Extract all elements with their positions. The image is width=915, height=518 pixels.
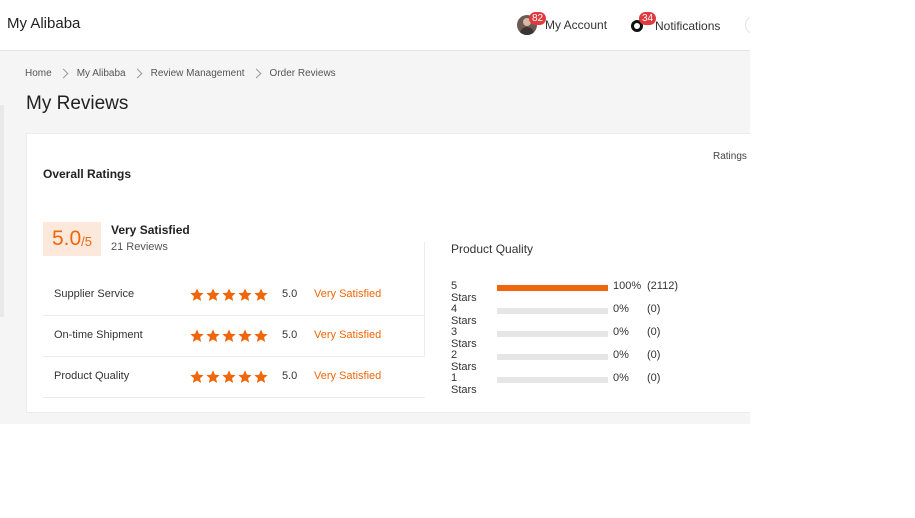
distribution-count: (0) [647, 349, 661, 361]
rating-text: Very Satisfied [314, 370, 382, 382]
chevron-right-icon [132, 68, 143, 79]
star-icon [253, 287, 269, 303]
star-rating [189, 369, 269, 385]
reviews-count: 21 Reviews [111, 241, 168, 253]
more-circle-icon[interactable] [745, 16, 750, 34]
rating-text: Very Satisfied [314, 329, 382, 341]
breadcrumb: Home My Alibaba Review Management Order … [25, 68, 336, 79]
star-icon [237, 369, 253, 385]
my-account-label: My Account [545, 18, 608, 32]
rating-text: Very Satisfied [314, 288, 382, 300]
rating-row-supplier-service: Supplier Service 5.0 Very Satisfied [43, 275, 425, 316]
rating-label: Product Quality [54, 370, 130, 382]
notifications-badge: 34 [639, 12, 657, 25]
my-account-button[interactable]: 82 My Account [517, 12, 608, 36]
distribution-percent: 0% [613, 372, 629, 384]
distribution-label: 4 Stars [451, 303, 477, 327]
overall-score: 5.0 [51, 227, 82, 250]
distribution-bar [497, 308, 608, 314]
left-edge-strip [0, 105, 4, 317]
overall-ratings-heading: Overall Ratings [43, 167, 132, 181]
star-icon [205, 287, 221, 303]
distribution-bar [497, 354, 608, 360]
rating-label: Supplier Service [54, 288, 135, 300]
app-window: My Alibaba 82 My Account 34 Notification… [0, 0, 750, 424]
distribution-bar [497, 331, 608, 337]
rating-value: 5.0 [282, 329, 298, 341]
star-icon [253, 328, 269, 344]
brand-title[interactable]: My Alibaba [7, 15, 80, 32]
distribution-percent: 100% [613, 280, 642, 292]
distribution-count: (0) [647, 326, 661, 338]
rating-value: 5.0 [282, 288, 298, 300]
star-icon [221, 287, 237, 303]
ratings-panel: Ratings I Overall Ratings 5.0 /5 Very Sa… [26, 133, 750, 413]
distribution-percent: 0% [613, 303, 629, 315]
account-badge: 82 [529, 12, 547, 25]
rating-value: 5.0 [282, 370, 298, 382]
star-icon [205, 328, 221, 344]
satisfaction-level: Very Satisfied [111, 223, 190, 237]
score-denominator: /5 [81, 233, 93, 249]
star-icon [189, 287, 205, 303]
star-icon [189, 369, 205, 385]
star-icon [205, 369, 221, 385]
top-bar: My Alibaba 82 My Account 34 Notification… [0, 0, 750, 51]
distribution-count: (0) [647, 372, 661, 384]
star-rating [189, 328, 269, 344]
ratings-link[interactable]: Ratings I [713, 151, 750, 162]
distribution-label: 3 Stars [451, 326, 477, 350]
rating-label: On-time Shipment [54, 329, 143, 341]
star-rating [189, 287, 269, 303]
distribution-count: (0) [647, 303, 661, 315]
distribution-bar-fill [497, 285, 608, 291]
distribution-percent: 0% [613, 326, 629, 338]
distribution-title: Product Quality [451, 242, 534, 256]
star-icon [237, 328, 253, 344]
distribution-bar [497, 285, 608, 291]
rating-row-product-quality[interactable]: Product Quality 5.0 Very Satisfied [43, 357, 425, 398]
page-title: My Reviews [26, 93, 129, 114]
breadcrumb-home[interactable]: Home [25, 68, 52, 79]
distribution-label: 5 Stars [451, 280, 477, 304]
chevron-right-icon [251, 68, 261, 79]
chevron-right-icon [58, 68, 69, 79]
breadcrumb-order-reviews: Order Reviews [269, 68, 336, 79]
breadcrumb-my-alibaba[interactable]: My Alibaba [77, 68, 126, 79]
vertical-divider [424, 242, 425, 357]
star-icon [221, 328, 237, 344]
notifications-button[interactable]: 34 Notifications [631, 12, 721, 37]
overall-score-box: 5.0 /5 [43, 222, 101, 256]
star-icon [221, 369, 237, 385]
star-icon [237, 287, 253, 303]
notifications-label: Notifications [655, 19, 721, 33]
star-icon [253, 369, 269, 385]
distribution-label: 1 Stars [451, 372, 477, 396]
rating-row-on-time-shipment: On-time Shipment 5.0 Very Satisfied [43, 316, 425, 357]
distribution-label: 2 Stars [451, 349, 477, 373]
distribution-count: (2112) [647, 280, 678, 292]
distribution-percent: 0% [613, 349, 629, 361]
star-icon [189, 328, 205, 344]
breadcrumb-review-management[interactable]: Review Management [151, 68, 245, 79]
rating-rows: Supplier Service 5.0 Very Satisfied On-t… [43, 275, 425, 398]
distribution-bar [497, 377, 608, 383]
